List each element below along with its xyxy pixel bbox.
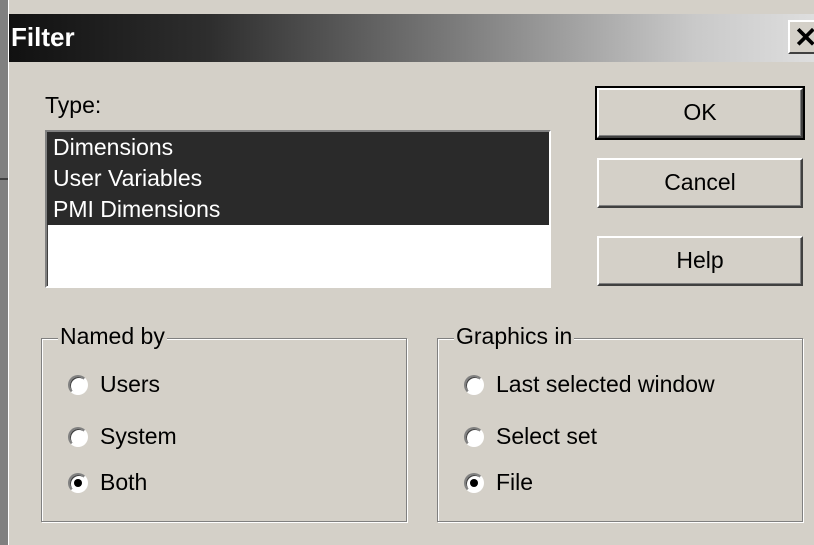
radio-button-icon[interactable] [464,375,484,395]
radio-label-users: Users [100,371,161,397]
list-item-user-variables[interactable]: User Variables [47,163,549,194]
cancel-button[interactable]: Cancel [597,158,803,208]
window-title: Filter [11,22,75,52]
help-button[interactable]: Help [597,236,803,286]
ok-button[interactable]: OK [595,86,805,140]
radio-label-both: Both [100,469,148,495]
radio-dot-icon [470,479,478,487]
radio-label-system: System [100,423,177,449]
close-button[interactable]: ✕ [788,20,814,54]
list-item-pmi-dimensions[interactable]: PMI Dimensions [47,194,549,225]
named-by-title: Named by [58,323,167,350]
radio-button-icon-selected[interactable] [464,473,484,493]
type-label: Type: [45,92,102,118]
close-icon: ✕ [794,22,814,53]
graphics-in-title: Graphics in [454,323,575,350]
title-bar[interactable]: Filter ✕ [9,14,814,62]
radio-label-file: File [496,469,534,495]
graphics-in-group: Graphics in Last selected window Select … [437,323,803,522]
named-by-group: Named by Users System Both [41,323,407,522]
radio-label-select-set: Select set [496,423,597,449]
list-item-dimensions[interactable]: Dimensions [47,132,549,163]
radio-button-icon[interactable] [68,427,88,447]
background-window-edge [0,0,10,545]
type-listbox[interactable]: Dimensions User Variables PMI Dimensions [45,130,551,288]
radio-dot-icon [74,479,82,487]
filter-dialog: Filter ✕ Type: Dimensions User Variables… [9,0,814,545]
radio-button-icon[interactable] [68,375,88,395]
radio-button-icon-selected[interactable] [68,473,88,493]
edge-notch [0,178,8,180]
radio-button-icon[interactable] [464,427,484,447]
radio-label-last-selected-window: Last selected window [496,371,715,397]
